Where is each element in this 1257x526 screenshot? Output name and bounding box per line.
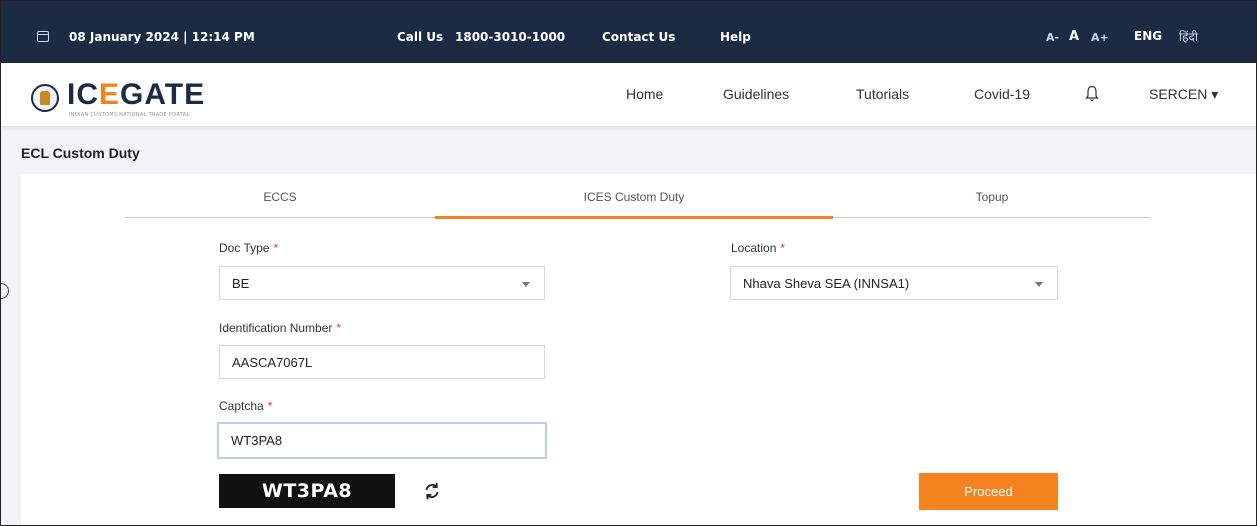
calendar-icon bbox=[37, 31, 49, 42]
font-increase-button[interactable]: A+ bbox=[1091, 31, 1109, 44]
page-title: ECL Custom Duty bbox=[21, 145, 140, 161]
call-number[interactable]: 1800-3010-1000 bbox=[455, 30, 565, 44]
logo-text: ICEGATE bbox=[67, 78, 206, 111]
main-header: ICEGATE INDIAN CUSTOMS NATIONAL TRADE PO… bbox=[1, 63, 1256, 127]
tab-topup[interactable]: Topup bbox=[833, 190, 1151, 204]
call-label: Call Us bbox=[397, 30, 444, 44]
active-tab-indicator bbox=[435, 216, 833, 219]
contact-us-link[interactable]: Contact Us bbox=[602, 30, 675, 44]
font-normal-button[interactable]: A bbox=[1069, 29, 1079, 44]
app-window: 08 January 2024 | 12:14 PM Call Us 1800-… bbox=[0, 0, 1257, 526]
refresh-icon[interactable] bbox=[422, 481, 442, 501]
nav-home[interactable]: Home bbox=[626, 86, 663, 102]
doc-type-select[interactable]: BE bbox=[219, 266, 545, 300]
help-link[interactable]: Help bbox=[720, 30, 751, 44]
datetime-text: 08 January 2024 | 12:14 PM bbox=[69, 30, 255, 44]
lang-hindi-button[interactable]: हिंदी bbox=[1179, 28, 1198, 45]
icegate-logo[interactable]: ICEGATE INDIAN CUSTOMS NATIONAL TRADE PO… bbox=[23, 76, 223, 118]
captcha-input[interactable]: WT3PA8 bbox=[217, 422, 547, 459]
top-info-bar: 08 January 2024 | 12:14 PM Call Us 1800-… bbox=[1, 1, 1256, 63]
captcha-image: WT3PA8 bbox=[219, 474, 395, 508]
form-card bbox=[21, 174, 1256, 525]
nav-guidelines[interactable]: Guidelines bbox=[723, 86, 789, 102]
identification-number-value: AASCA7067L bbox=[232, 354, 313, 370]
doc-type-value: BE bbox=[232, 275, 250, 291]
location-select[interactable]: Nhava Sheva SEA (INNSA1) bbox=[730, 266, 1058, 300]
captcha-label: Captcha * bbox=[219, 399, 273, 413]
bell-icon[interactable] bbox=[1085, 85, 1099, 103]
nav-covid-19[interactable]: Covid-19 bbox=[974, 86, 1030, 102]
side-handle-icon bbox=[1, 283, 9, 299]
captcha-input-value: WT3PA8 bbox=[231, 433, 283, 448]
tab-eccs[interactable]: ECCS bbox=[125, 190, 435, 204]
emblem-icon bbox=[31, 84, 59, 112]
tab-ices-custom-duty[interactable]: ICES Custom Duty bbox=[435, 190, 833, 204]
dropdown-caret-icon bbox=[1035, 282, 1043, 287]
lang-english-button[interactable]: ENG bbox=[1134, 29, 1162, 43]
dropdown-caret-icon bbox=[522, 282, 530, 287]
logo-tagline: INDIAN CUSTOMS NATIONAL TRADE PORTAL bbox=[69, 112, 190, 118]
nav-tutorials[interactable]: Tutorials bbox=[856, 86, 909, 102]
location-label: Location * bbox=[731, 241, 786, 255]
proceed-button[interactable]: Proceed bbox=[919, 473, 1058, 510]
identification-number-label: Identification Number * bbox=[219, 321, 342, 335]
identification-number-input[interactable]: AASCA7067L bbox=[219, 345, 545, 379]
font-decrease-button[interactable]: A- bbox=[1046, 31, 1059, 44]
location-value: Nhava Sheva SEA (INNSA1) bbox=[743, 275, 910, 291]
doc-type-label: Doc Type * bbox=[219, 241, 279, 255]
user-menu-dropdown[interactable]: SERCEN ▾ bbox=[1149, 86, 1218, 103]
